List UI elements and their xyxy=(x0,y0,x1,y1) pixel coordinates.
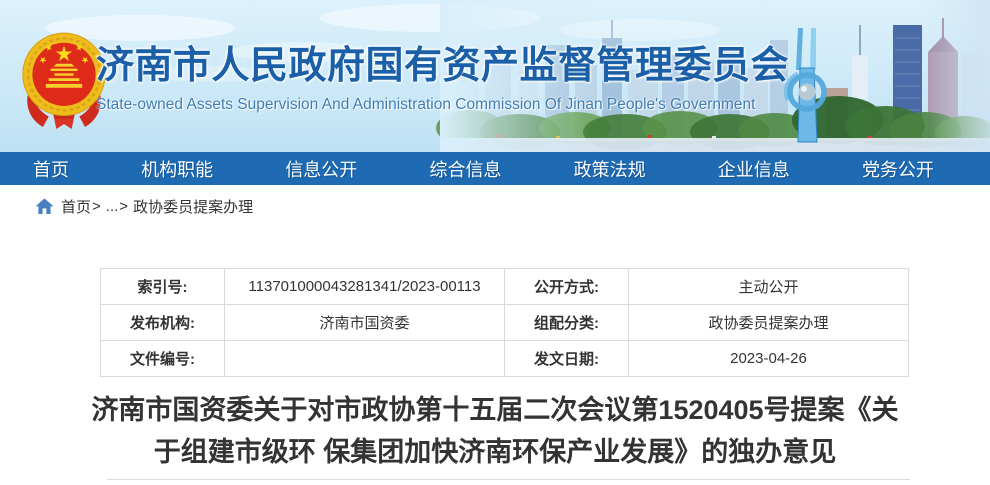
category-label: 组配分类: xyxy=(505,305,629,341)
site-title: 济南市人民政府国有资产监督管理委员会 xyxy=(96,34,789,89)
issuing-agency-label: 发布机构: xyxy=(101,305,225,341)
disclosure-method-value: 主动公开 xyxy=(629,269,909,305)
breadcrumb-separator: > xyxy=(92,198,101,215)
site-header: 济南市人民政府国有资产监督管理委员会 State-owned Assets Su… xyxy=(0,0,990,152)
page: 济南市人民政府国有资产监督管理委员会 State-owned Assets Su… xyxy=(0,0,990,480)
header-titles: 济南市人民政府国有资产监督管理委员会 State-owned Assets Su… xyxy=(96,34,789,114)
breadcrumb: 首页 > ... > 政协委员提案办理 xyxy=(35,196,990,216)
issue-date-value: 2023-04-26 xyxy=(629,341,909,377)
nav-item-comprehensive-info[interactable]: 综合信息 xyxy=(429,156,501,182)
article-title-line: 济南市国资委关于对市政协第十五届二次会议第1520405号提案《关 xyxy=(0,389,990,431)
site-subtitle: State-owned Assets Supervision And Admin… xyxy=(96,96,789,114)
breadcrumb-ellipsis[interactable]: ... xyxy=(106,198,119,215)
article-title-line: 于组建市级环 保集团加快济南环保产业发展》的独办意见 xyxy=(0,431,990,473)
nav-item-info-disclosure[interactable]: 信息公开 xyxy=(285,156,357,182)
article-title: 济南市国资委关于对市政协第十五届二次会议第1520405号提案《关 于组建市级环… xyxy=(0,389,990,473)
issuing-agency-value: 济南市国资委 xyxy=(225,305,505,341)
issue-date-label: 发文日期: xyxy=(505,341,629,377)
index-number-label: 索引号: xyxy=(101,269,225,305)
category-value: 政协委员提案办理 xyxy=(629,305,909,341)
nav-item-home[interactable]: 首页 xyxy=(33,156,69,182)
breadcrumb-current[interactable]: 政协委员提案办理 xyxy=(133,196,253,217)
main-nav: 首页 机构职能 信息公开 综合信息 政策法规 企业信息 党务公开 xyxy=(0,152,990,185)
table-row: 索引号: 113701000043281341/2023-00113 公开方式:… xyxy=(101,269,909,305)
breadcrumb-separator: > xyxy=(119,198,128,215)
disclosure-method-label: 公开方式: xyxy=(505,269,629,305)
nav-item-enterprise-info[interactable]: 企业信息 xyxy=(718,156,790,182)
nav-item-party-affairs[interactable]: 党务公开 xyxy=(862,156,934,182)
document-number-value xyxy=(225,341,505,377)
table-row: 发布机构: 济南市国资委 组配分类: 政协委员提案办理 xyxy=(101,305,909,341)
document-number-label: 文件编号: xyxy=(101,341,225,377)
table-row: 文件编号: 发文日期: 2023-04-26 xyxy=(101,341,909,377)
content-divider xyxy=(107,479,910,480)
index-number-value: 113701000043281341/2023-00113 xyxy=(225,269,505,305)
document-info-table: 索引号: 113701000043281341/2023-00113 公开方式:… xyxy=(100,268,909,377)
nav-item-functions[interactable]: 机构职能 xyxy=(141,156,213,182)
home-icon[interactable] xyxy=(35,198,54,215)
breadcrumb-home[interactable]: 首页 xyxy=(61,196,91,217)
nav-item-policies-regulations[interactable]: 政策法规 xyxy=(574,156,646,182)
